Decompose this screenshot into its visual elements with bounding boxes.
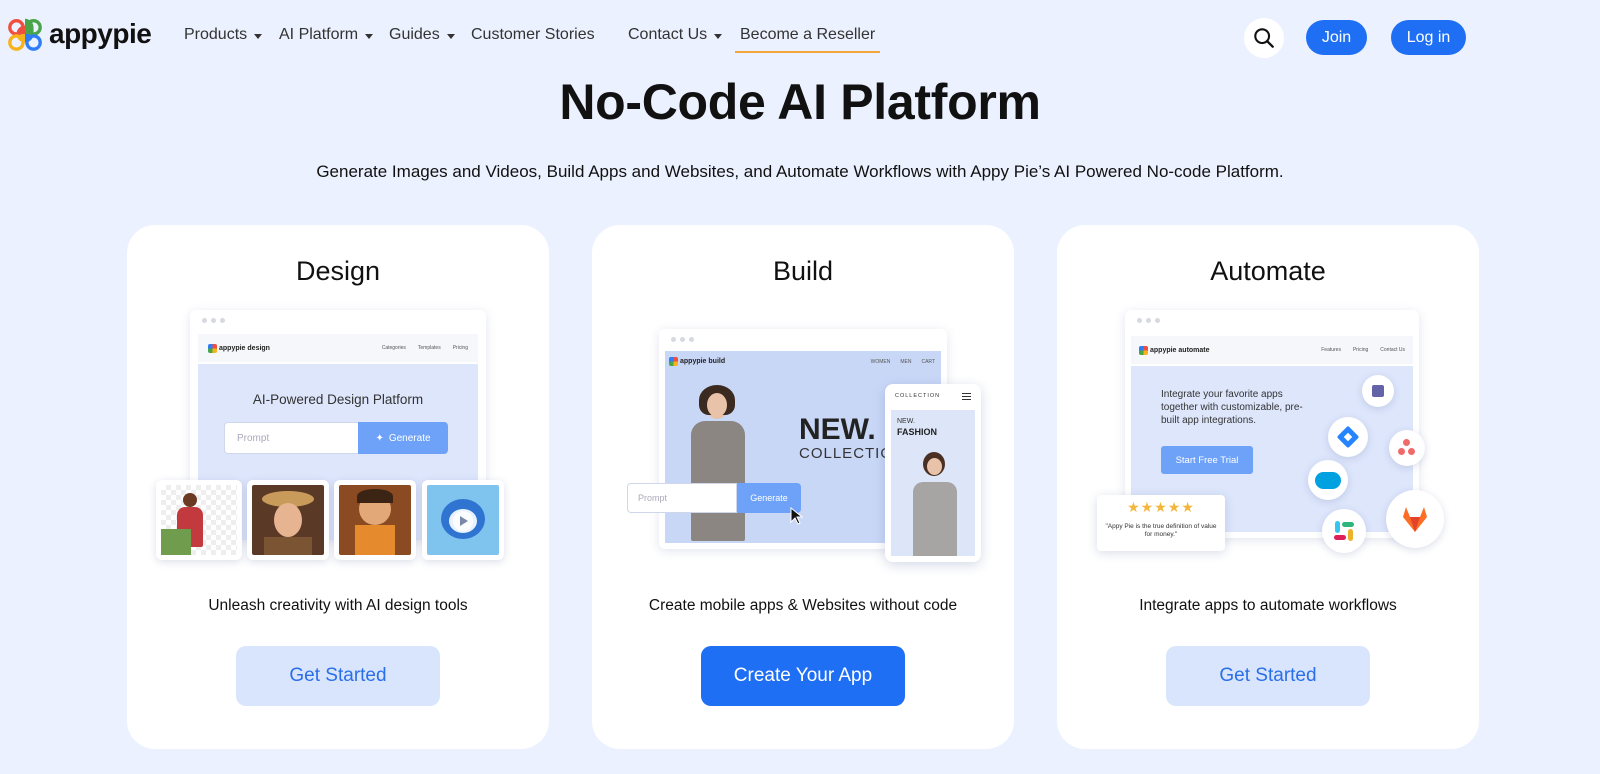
build-illustration: appypie build WOMEN MEN CART NEW. COLLECTI… — [592, 225, 1014, 585]
search-icon — [1254, 28, 1274, 48]
design-card: Design appypie design Categories Template… — [127, 225, 549, 749]
nav-become-reseller-label: Become a Reseller — [740, 26, 876, 43]
automate-card-description: Integrate apps to automate workflows — [1139, 597, 1397, 614]
nav-become-reseller[interactable]: Become a Reseller — [735, 26, 881, 53]
build-mock-collection: COLLECTIO — [799, 445, 894, 462]
nav-products-label: Products — [184, 26, 248, 43]
build-mock-logo: appypie build — [669, 357, 725, 366]
nav-contact-us-label: Contact Us — [628, 26, 708, 43]
automate-card: Automate appypie automate Features Pricin… — [1057, 225, 1479, 749]
design-illustration: appypie design Categories Templates Pricin… — [127, 225, 549, 585]
phone-fashion-label: FASHION — [897, 427, 938, 437]
design-mock-generate-button: ✦ Generate — [358, 422, 448, 454]
teams-icon — [1362, 375, 1394, 407]
design-mock-logo: appypie design — [208, 343, 270, 353]
build-card-description: Create mobile apps & Websites without co… — [648, 597, 958, 614]
play-icon — [453, 511, 473, 531]
build-card: Build appypie build WOMEN MEN CART NEW. CO… — [592, 225, 1014, 749]
design-mock-nav: Categories Templates Pricing — [381, 345, 468, 351]
create-your-app-button[interactable]: Create Your App — [701, 646, 905, 706]
join-button[interactable]: Join — [1306, 20, 1367, 55]
top-navigation: appypie Products AI Platform Guides Cust… — [0, 0, 1600, 74]
automate-get-started-button[interactable]: Get Started — [1166, 646, 1370, 706]
design-card-description: Unleash creativity with AI design tools — [208, 597, 468, 614]
window-dots — [202, 318, 225, 323]
design-thumb-cowgirl — [247, 480, 329, 560]
chevron-down-icon — [365, 34, 374, 39]
slack-icon — [1322, 509, 1366, 553]
search-button[interactable] — [1244, 18, 1284, 58]
phone-new-label: NEW. — [897, 418, 915, 425]
window-dots — [1137, 318, 1160, 323]
build-mock-phone: COLLECTION NEW. FASHION — [885, 384, 981, 562]
nav-customer-stories[interactable]: Customer Stories — [471, 26, 595, 44]
cursor-icon — [790, 507, 804, 525]
phone-collection-label: COLLECTION — [895, 393, 941, 399]
gitlab-icon — [1386, 490, 1444, 548]
chevron-down-icon — [714, 34, 723, 39]
automate-review-card: ★★★★★ "Appy Pie is the true definition o… — [1097, 495, 1225, 551]
nav-ai-platform[interactable]: AI Platform — [279, 26, 374, 44]
nav-ai-platform-label: AI Platform — [279, 26, 359, 43]
page-title: No-Code AI Platform — [559, 74, 1041, 130]
design-thumb-boy — [334, 480, 416, 560]
design-mock-header: appypie design Categories Templates Pricin… — [198, 334, 478, 362]
automate-mock-nav: Features Pricing Contact Us — [1321, 347, 1405, 353]
chevron-down-icon — [446, 34, 455, 39]
design-mock-prompt-input: Prompt — [224, 422, 359, 454]
salesforce-icon — [1308, 460, 1348, 500]
window-dots — [671, 337, 694, 342]
login-button[interactable]: Log in — [1391, 20, 1466, 55]
design-mock-headline: AI-Powered Design Platform — [252, 392, 424, 407]
automate-mock-headline: Integrate your favorite apps together wi… — [1161, 389, 1303, 426]
nav-products[interactable]: Products — [184, 26, 263, 44]
hamburger-icon — [962, 393, 971, 400]
chevron-down-icon — [254, 34, 263, 39]
page-subtitle: Generate Images and Videos, Build Apps a… — [316, 162, 1284, 181]
build-mock-prompt-input: Prompt — [627, 483, 737, 513]
logo-text: appypie — [49, 18, 152, 49]
design-thumb-woman — [156, 480, 242, 560]
nav-guides-label: Guides — [389, 26, 440, 43]
review-text: "Appy Pie is the true definition of valu… — [1105, 523, 1217, 538]
design-thumb-bird-video — [422, 480, 504, 560]
nav-contact-us[interactable]: Contact Us — [628, 26, 723, 44]
magic-wand-icon: ✦ — [375, 432, 384, 444]
nav-customer-stories-label: Customer Stories — [471, 26, 595, 43]
asana-icon — [1389, 430, 1425, 466]
appypie-logo[interactable]: appypie — [6, 14, 152, 54]
design-get-started-button[interactable]: Get Started — [236, 646, 440, 706]
automate-mock-logo: appypie automate — [1139, 345, 1210, 355]
automate-mock-start-trial: Start Free Trial — [1161, 446, 1253, 474]
appypie-logo-icon — [8, 18, 42, 51]
automate-mock-header: appypie automate Features Pricing Contact … — [1131, 336, 1413, 364]
automate-illustration: appypie automate Features Pricing Contact … — [1057, 225, 1479, 585]
active-underline — [735, 51, 881, 53]
build-mock-new: NEW. — [799, 413, 876, 446]
build-mock-nav: WOMEN MEN CART — [870, 358, 935, 365]
rating-stars-icon: ★★★★★ — [1127, 499, 1195, 515]
jira-icon — [1328, 417, 1368, 457]
nav-guides[interactable]: Guides — [389, 26, 455, 44]
